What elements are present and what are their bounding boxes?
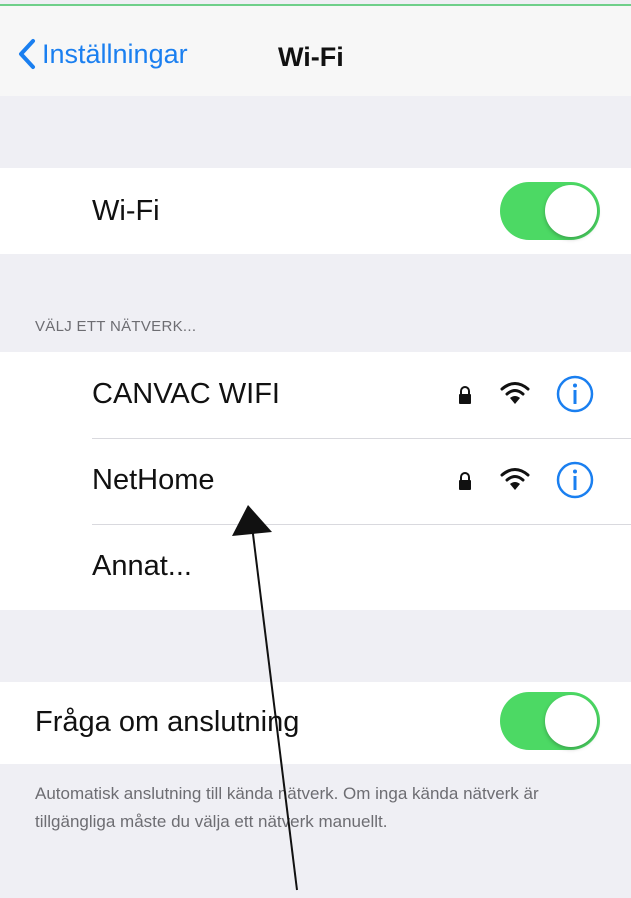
ask-to-join-row: Fråga om anslutning bbox=[0, 682, 631, 764]
page-title: Wi-Fi bbox=[278, 42, 344, 72]
navigation-bar: Inställningar Wi-Fi bbox=[0, 6, 631, 96]
network-name: NetHome bbox=[92, 464, 215, 496]
wifi-toggle-row: Wi-Fi bbox=[0, 168, 631, 254]
lock-icon bbox=[459, 386, 471, 404]
networks-section-header: VÄLJ ETT NÄTVERK... bbox=[35, 318, 197, 335]
ask-to-join-label: Fråga om anslutning bbox=[35, 706, 300, 738]
network-row-canvac-wifi[interactable]: CANVAC WIFI bbox=[0, 352, 631, 438]
wifi-toggle[interactable] bbox=[500, 182, 600, 240]
section-spacer bbox=[0, 610, 631, 682]
network-row-other[interactable]: Annat... bbox=[0, 524, 631, 610]
ask-to-join-description: Automatisk anslutning till kända nätverk… bbox=[35, 784, 539, 831]
network-name: CANVAC WIFI bbox=[92, 378, 280, 410]
lock-icon bbox=[459, 472, 471, 490]
toggle-knob bbox=[545, 185, 597, 237]
wifi-signal-icon bbox=[500, 468, 530, 490]
section-spacer bbox=[0, 96, 631, 168]
network-row-nethome[interactable]: NetHome bbox=[0, 438, 631, 524]
wifi-signal-icon bbox=[500, 382, 530, 404]
toggle-knob bbox=[545, 695, 597, 747]
info-icon[interactable] bbox=[555, 374, 595, 414]
ask-to-join-toggle[interactable] bbox=[500, 692, 600, 750]
back-button[interactable]: Inställningar bbox=[18, 34, 188, 74]
chevron-left-icon bbox=[19, 39, 35, 69]
network-list: CANVAC WIFI NetHome Annat... bbox=[0, 352, 631, 610]
other-network-label: Annat... bbox=[92, 550, 192, 582]
info-icon[interactable] bbox=[555, 460, 595, 500]
back-button-label: Inställningar bbox=[42, 38, 188, 69]
wifi-label: Wi-Fi bbox=[92, 195, 160, 227]
wifi-settings-screen: Inställningar Wi-Fi Wi-Fi VÄLJ ETT NÄTVE… bbox=[0, 0, 631, 898]
